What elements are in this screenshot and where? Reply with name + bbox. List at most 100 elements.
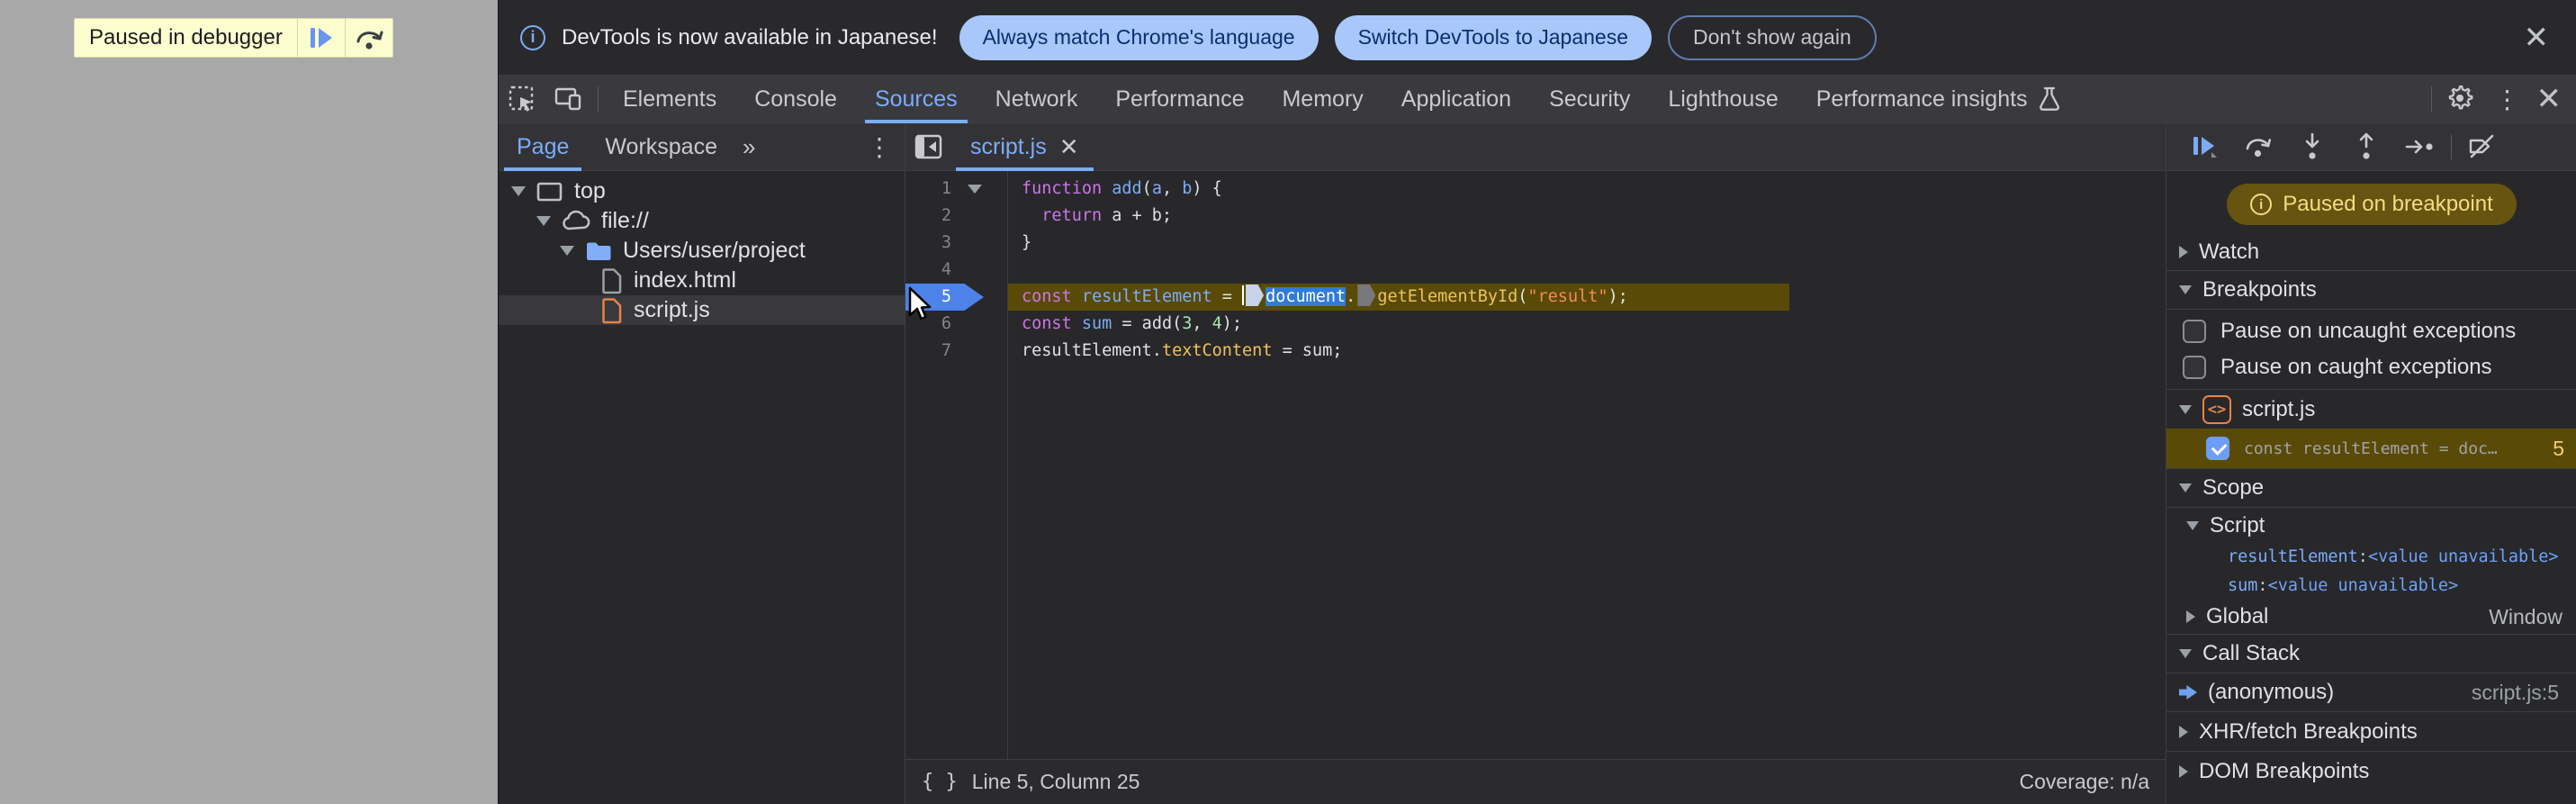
pause-caught-checkbox[interactable]	[2183, 356, 2206, 379]
code-editor[interactable]: 1234567 function add(a, b) { return a + …	[905, 171, 2166, 759]
section-call-stack[interactable]: Call Stack	[2166, 634, 2576, 673]
tree-item-top[interactable]: top	[499, 176, 905, 206]
pause-caught-row[interactable]: Pause on caught exceptions	[2166, 349, 2576, 385]
chevron-down-icon	[2179, 649, 2192, 658]
dont-show-again-button[interactable]: Don't show again	[1668, 14, 1877, 60]
continue-to-here-marker-icon[interactable]	[1357, 285, 1376, 306]
tree-item-script-js[interactable]: script.js	[499, 295, 905, 325]
call-stack-frame-row[interactable]: (anonymous) script.js:5	[2166, 673, 2576, 711]
always-match-language-button[interactable]: Always match Chrome's language	[959, 14, 1319, 60]
pause-uncaught-checkbox[interactable]	[2183, 320, 2206, 343]
code-line-1[interactable]: function add(a, b) {	[1008, 176, 2166, 203]
tab-network[interactable]: Network	[977, 76, 1097, 123]
code-token: (	[1518, 287, 1528, 306]
editor-tab-scriptjs[interactable]: script.js ✕	[952, 123, 1097, 171]
scope-variable-row[interactable]: resultElement: <value unavailable>	[2166, 542, 2576, 571]
step-over-button[interactable]	[2235, 123, 2282, 171]
chevron-down-icon[interactable]	[560, 246, 574, 256]
tree-item-index-html[interactable]: index.html	[499, 266, 905, 295]
section-watch[interactable]: Watch	[2166, 234, 2576, 270]
step-over-button-overlay[interactable]	[346, 19, 392, 57]
more-options-icon[interactable]: ⋮	[2484, 76, 2531, 123]
tab-workspace[interactable]: Workspace	[587, 123, 735, 171]
tab-elements[interactable]: Elements	[604, 76, 735, 123]
code-line-6[interactable]: const sum = add(3, 4);	[1008, 311, 2166, 338]
scope-variable-row[interactable]: sum: <value unavailable>	[2166, 571, 2576, 600]
step-over-icon	[354, 24, 384, 51]
resume-button[interactable]	[2181, 123, 2228, 171]
chevron-down-icon[interactable]	[536, 216, 551, 226]
code-line-2[interactable]: return a + b;	[1008, 203, 2166, 230]
tree-item-users-user-project[interactable]: Users/user/project	[499, 236, 905, 266]
more-tabs-icon[interactable]: »	[735, 133, 762, 161]
chevron-down-icon[interactable]	[511, 186, 526, 196]
pretty-print-icon[interactable]: { }	[922, 771, 958, 793]
tab-label: Application	[1401, 86, 1512, 112]
line-number[interactable]: 4	[905, 257, 951, 284]
editor-tab-label: script.js	[970, 133, 1047, 159]
continue-to-here-marker-icon[interactable]	[1246, 285, 1265, 306]
code-line-4[interactable]	[1008, 257, 2166, 284]
settings-gear-icon[interactable]	[2437, 76, 2484, 123]
step-into-button[interactable]	[2289, 123, 2336, 171]
tree-item-file-[interactable]: file://	[499, 206, 905, 236]
tab-sources[interactable]: Sources	[856, 76, 977, 123]
fold-chevron-icon[interactable]	[968, 185, 982, 194]
line-number[interactable]: 7	[905, 338, 951, 365]
code-line-7[interactable]: resultElement.textContent = sum;	[1008, 338, 2166, 365]
line-number[interactable]: 6	[905, 311, 951, 338]
switch-to-japanese-button[interactable]: Switch DevTools to Japanese	[1334, 14, 1653, 60]
breakpoint-snippet: const resultElement = doc…	[2244, 438, 2498, 458]
code-fold-gutter[interactable]	[957, 176, 993, 365]
paused-on-breakpoint-badge: i Paused on breakpoint	[2227, 184, 2517, 225]
tab-performance[interactable]: Performance	[1096, 76, 1263, 123]
device-toolbar-icon[interactable]	[545, 76, 592, 123]
code-token: textContent	[1161, 341, 1273, 360]
line-number[interactable]: 1	[905, 176, 951, 203]
tab-performance-insights[interactable]: Performance insights	[1797, 76, 2081, 123]
paused-in-debugger-overlay: Paused in debugger	[74, 18, 393, 58]
tab-memory[interactable]: Memory	[1263, 76, 1382, 123]
step-out-button[interactable]	[2343, 123, 2390, 171]
line-number[interactable]: 2	[905, 203, 951, 230]
chevron-down-icon	[2186, 521, 2199, 530]
chevron-right-icon	[2186, 610, 2195, 623]
tab-security[interactable]: Security	[1530, 76, 1649, 123]
devtools-close-icon[interactable]: ✕	[2531, 84, 2568, 114]
line-number-gutter[interactable]: 1234567	[905, 176, 951, 365]
breakpoint-file-group[interactable]: <> script.js	[2166, 389, 2576, 429]
section-xhr-breakpoints[interactable]: XHR/fetch Breakpoints	[2166, 711, 2576, 751]
pause-uncaught-row[interactable]: Pause on uncaught exceptions	[2166, 313, 2576, 349]
tab-application[interactable]: Application	[1383, 76, 1530, 123]
section-scope[interactable]: Scope	[2166, 468, 2576, 508]
navigator-menu-icon[interactable]: ⋮	[854, 132, 905, 162]
tab-console[interactable]: Console	[735, 76, 856, 123]
breakpoint-entry-row[interactable]: const resultElement = doc… 5	[2166, 429, 2576, 468]
code-token: getElementById	[1377, 287, 1518, 306]
close-tab-icon[interactable]: ✕	[1059, 133, 1079, 161]
hide-navigator-icon[interactable]	[905, 123, 952, 171]
breakpoint-enabled-checkbox[interactable]	[2206, 437, 2229, 460]
line-number[interactable]: 5	[905, 284, 951, 311]
section-breakpoints[interactable]: Breakpoints	[2166, 270, 2576, 310]
code-line-3[interactable]: }	[1008, 230, 2166, 257]
code-token: );	[1608, 287, 1628, 306]
infobar-close-icon[interactable]: ✕	[2518, 23, 2555, 53]
scope-script-group[interactable]: Script	[2166, 510, 2576, 542]
section-dom-breakpoints[interactable]: DOM Breakpoints	[2166, 751, 2576, 790]
code-token: 3	[1182, 314, 1193, 333]
deactivate-breakpoints-icon[interactable]	[2459, 123, 2506, 171]
xhr-breakpoints-label: XHR/fetch Breakpoints	[2199, 718, 2418, 744]
inspect-element-icon[interactable]	[499, 76, 545, 123]
code-line-5[interactable]: const resultElement = document. getElemen…	[1008, 284, 2166, 311]
tab-lighthouse[interactable]: Lighthouse	[1649, 76, 1797, 123]
devtools-tab-bar: Elements Console Sources Network Performance…	[499, 76, 2576, 123]
tree-item-label: top	[574, 178, 606, 203]
resume-script-button[interactable]	[298, 19, 345, 57]
line-number[interactable]: 3	[905, 230, 951, 257]
scope-global-row[interactable]: Global Window	[2166, 600, 2576, 634]
tab-page[interactable]: Page	[499, 123, 587, 171]
code-lines[interactable]: function add(a, b) { return a + b;} const…	[1008, 176, 2166, 365]
step-button[interactable]	[2397, 123, 2444, 171]
code-token: resultElement.	[1022, 341, 1162, 360]
